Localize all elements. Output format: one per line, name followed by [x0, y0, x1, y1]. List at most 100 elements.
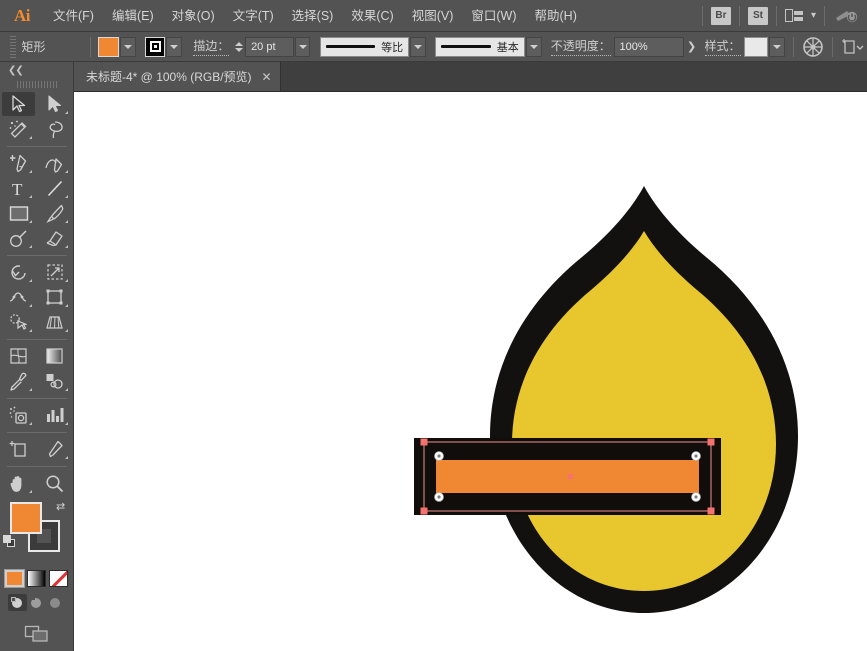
fullscreen-mode-button[interactable] — [46, 594, 65, 611]
graphic-style-swatch[interactable] — [744, 37, 768, 57]
stroke-color-swatch[interactable] — [145, 37, 165, 57]
stroke-profile-preview — [326, 45, 376, 48]
artboard-tool[interactable] — [2, 437, 35, 461]
opacity-options-arrow[interactable]: ❯ — [684, 37, 699, 57]
svg-text:T: T — [12, 180, 23, 198]
fill-swatch-dropdown[interactable] — [120, 37, 136, 57]
gradient-tool[interactable] — [38, 344, 71, 368]
type-tool[interactable]: T — [2, 176, 35, 200]
menu-bar: Ai 文件(F) 编辑(E) 对象(O) 文字(T) 选择(S) 效果(C) 视… — [0, 0, 867, 32]
color-fill-button[interactable] — [5, 570, 24, 587]
free-transform-tool[interactable] — [38, 285, 71, 309]
divider — [832, 37, 833, 57]
tools-panel-header: ❮❮ — [0, 62, 73, 78]
stroke-profile-variable-width[interactable]: 等比 — [320, 37, 410, 57]
blend-tool[interactable] — [38, 369, 71, 393]
arrange-documents-icon[interactable] — [785, 8, 807, 24]
document-setup-icon[interactable] — [841, 37, 867, 57]
column-graph-tool[interactable] — [38, 403, 71, 427]
curvature-tool[interactable] — [38, 151, 71, 175]
divider — [90, 37, 91, 57]
fill-color-swatch[interactable] — [98, 37, 118, 57]
menu-view[interactable]: 视图(V) — [403, 0, 463, 32]
lasso-tool[interactable] — [38, 117, 71, 141]
eyedropper-tool[interactable] — [2, 369, 35, 393]
fullscreen-menubar-mode-button[interactable] — [27, 594, 46, 611]
magic-wand-tool[interactable] — [2, 117, 35, 141]
options-bar-grip[interactable] — [10, 36, 16, 58]
graphic-style-dropdown[interactable] — [769, 37, 785, 57]
divider — [739, 6, 740, 26]
divider — [7, 255, 67, 256]
menu-object[interactable]: 对象(O) — [163, 0, 224, 32]
stock-icon[interactable]: St — [748, 7, 768, 25]
menu-select[interactable]: 选择(S) — [283, 0, 343, 32]
collapse-panel-icon[interactable]: ❮❮ — [8, 65, 23, 76]
divider — [7, 432, 67, 433]
divider — [824, 6, 825, 26]
mesh-tool[interactable] — [2, 344, 35, 368]
selected-rectangle — [425, 449, 710, 504]
rectangle-tool[interactable] — [2, 201, 35, 225]
none-fill-button[interactable] — [49, 570, 68, 587]
scale-tool[interactable] — [38, 260, 71, 284]
symbol-sprayer-tool[interactable] — [2, 403, 35, 427]
app-logo: Ai — [0, 0, 44, 32]
zoom-tool[interactable] — [38, 471, 71, 495]
chevron-down-icon[interactable]: ▾ — [811, 10, 816, 21]
gradient-fill-button[interactable] — [27, 570, 46, 587]
menu-file[interactable]: 文件(F) — [44, 0, 103, 32]
menu-help[interactable]: 帮助(H) — [526, 0, 586, 32]
divider — [7, 466, 67, 467]
width-tool[interactable] — [2, 285, 35, 309]
menu-type[interactable]: 文字(T) — [224, 0, 283, 32]
hand-tool[interactable] — [2, 471, 35, 495]
paintbrush-tool[interactable] — [38, 201, 71, 225]
divider — [776, 6, 777, 26]
bridge-icon[interactable]: Br — [711, 7, 731, 25]
close-icon[interactable]: ✕ — [262, 70, 272, 84]
document-tab[interactable]: 未标题-4* @ 100% (RGB/预览) ✕ — [74, 62, 281, 91]
menu-edit[interactable]: 编辑(E) — [103, 0, 163, 32]
recolor-artwork-icon[interactable] — [802, 36, 824, 58]
stroke-swatch-dropdown[interactable] — [166, 37, 182, 57]
stroke-weight-stepper[interactable] — [233, 37, 245, 57]
divider — [7, 339, 67, 340]
selection-layer[interactable] — [74, 92, 867, 651]
stroke-weight-dropdown[interactable] — [295, 37, 311, 57]
illustrator-window: Ai 文件(F) 编辑(E) 对象(O) 文字(T) 选择(S) 效果(C) 视… — [0, 0, 867, 651]
shape-builder-tool[interactable] — [2, 310, 35, 334]
sync-settings-icon[interactable] — [833, 6, 859, 26]
stroke-profile-variable-dropdown[interactable] — [410, 37, 426, 57]
brush-definition[interactable]: 基本 — [435, 37, 525, 57]
menu-bar-right-tools: Br St ▾ — [698, 6, 867, 26]
menu-effect[interactable]: 效果(C) — [342, 0, 402, 32]
opacity-input[interactable]: 100% — [614, 37, 685, 57]
artboard-canvas[interactable]: X / 网 system.com — [74, 92, 867, 651]
fill-stroke-controls: ⇄ — [0, 498, 74, 566]
stroke-weight-input[interactable]: 20 pt — [245, 37, 294, 57]
normal-screen-mode-button[interactable] — [8, 594, 27, 611]
tools-panel-grip[interactable] — [17, 81, 57, 88]
fill-color-control[interactable] — [10, 502, 42, 534]
brush-preview — [441, 45, 491, 48]
swap-fill-stroke-icon[interactable]: ⇄ — [56, 500, 69, 513]
line-segment-tool[interactable] — [38, 176, 71, 200]
eraser-tool[interactable] — [38, 226, 71, 250]
change-screen-mode-icon — [24, 625, 50, 643]
slice-tool[interactable] — [38, 437, 71, 461]
stroke-weight-label: 描边： — [193, 37, 229, 56]
pen-tool[interactable] — [2, 151, 35, 175]
divider — [702, 6, 703, 26]
direct-selection-tool[interactable] — [38, 92, 71, 116]
selection-tool[interactable] — [2, 92, 35, 116]
perspective-grid-tool[interactable] — [38, 310, 71, 334]
brush-definition-label: 基本 — [497, 39, 519, 55]
shaper-tool[interactable] — [2, 226, 35, 250]
brush-definition-dropdown[interactable] — [526, 37, 542, 57]
active-tool-label: 矩形 — [22, 38, 46, 55]
divider — [793, 37, 794, 57]
menu-window[interactable]: 窗口(W) — [462, 0, 525, 32]
rotate-tool[interactable] — [2, 260, 35, 284]
default-fill-stroke-icon[interactable] — [3, 535, 16, 548]
